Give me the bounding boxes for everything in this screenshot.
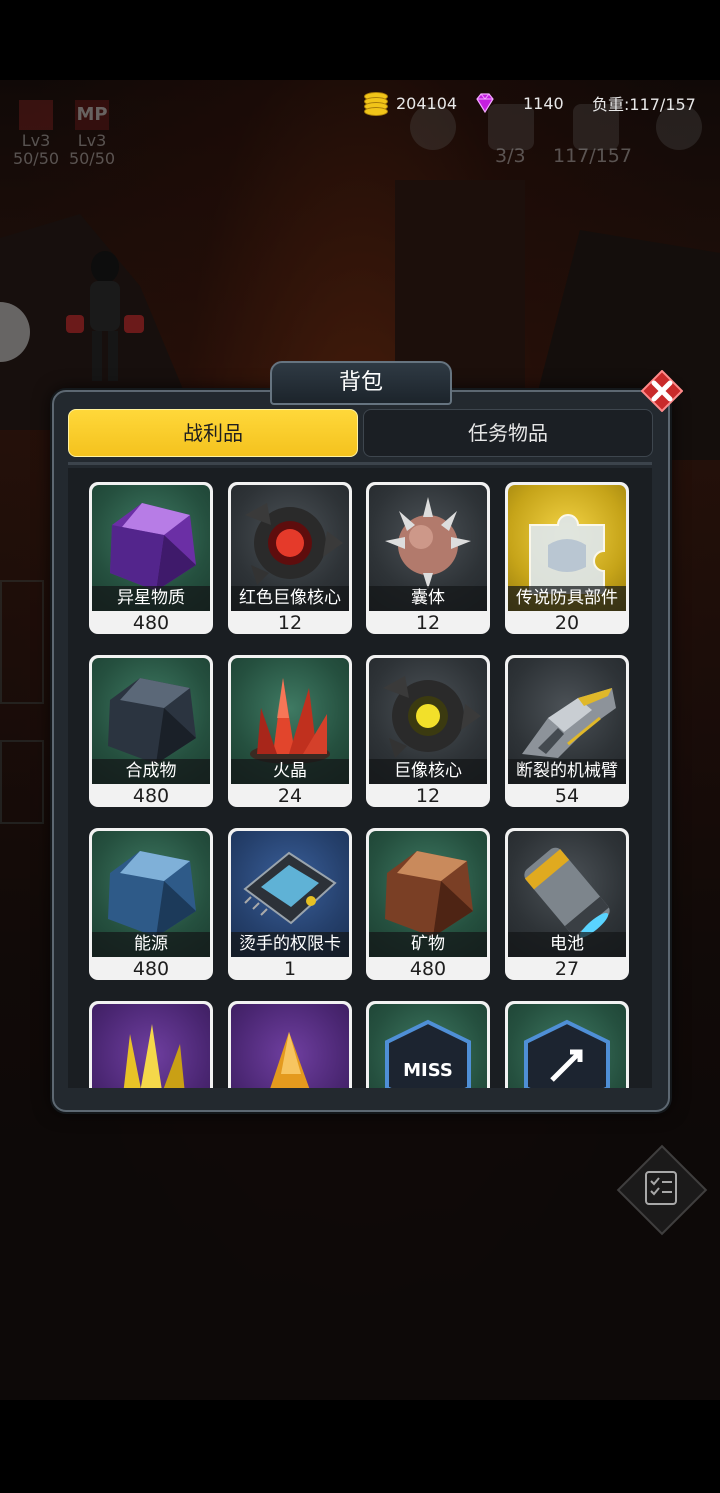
item-name: 火晶	[231, 759, 349, 784]
item-slot[interactable]: 异星物质 480	[89, 482, 213, 634]
player-character-sprite	[66, 251, 144, 381]
gold-crystal-icon	[123, 1024, 185, 1088]
item-name: 传说防具部件	[508, 586, 626, 611]
item-slot[interactable]: 传说防具部件 20	[505, 482, 629, 634]
item-slot[interactable]: 囊体 12	[366, 482, 490, 634]
item-quantity: 12	[415, 612, 441, 634]
item-slot[interactable]	[228, 1001, 352, 1088]
item-quantity: 12	[277, 612, 303, 634]
item-slot[interactable]: 矿物 480	[366, 828, 490, 980]
slash-skill-icon	[19, 100, 53, 130]
item-slot[interactable]: 合成物 480	[89, 655, 213, 807]
exit-counter: 3/3	[495, 145, 526, 167]
miss-chip-label: MISS	[403, 1060, 453, 1081]
gem-counter: 1140	[473, 88, 564, 118]
item-name: 囊体	[369, 586, 487, 611]
item-quantity: 20	[554, 612, 580, 634]
item-name: 异星物质	[92, 586, 210, 611]
item-quantity: 1	[283, 958, 297, 980]
item-name: 矿物	[369, 932, 487, 957]
chat-side-button[interactable]	[0, 740, 44, 824]
item-slot[interactable]: MISS	[366, 1001, 490, 1088]
item-name: 烫手的权限卡	[231, 932, 349, 957]
item-quantity: 480	[132, 612, 170, 634]
tab-loot[interactable]: 战利品	[68, 409, 358, 457]
backpack-counter: 117/157	[553, 145, 632, 167]
item-slot[interactable]: 能源 480	[89, 828, 213, 980]
item-grid: 异星物质 480 红色巨像核心 12 囊体 12 传说防具部件 20 合成物 4…	[68, 468, 652, 1088]
item-quantity: 54	[554, 785, 580, 807]
checklist-icon	[645, 1171, 677, 1205]
close-icon[interactable]	[641, 370, 683, 412]
party-member-2-level: Lv3	[77, 131, 107, 150]
side-panel-frame	[0, 580, 44, 704]
item-slot[interactable]: 断裂的机械臂 54	[505, 655, 629, 807]
item-name: 断裂的机械臂	[508, 759, 626, 784]
item-name: 电池	[508, 932, 626, 957]
gem-icon	[476, 93, 494, 114]
tab-quest-items[interactable]: 任务物品	[363, 409, 653, 457]
party-member-2[interactable]: MP Lv3 50/50	[64, 100, 120, 168]
item-slot[interactable]	[89, 1001, 213, 1088]
item-slot[interactable]: 电池 27	[505, 828, 629, 980]
item-quantity: 12	[415, 785, 441, 807]
mp-skill-icon: MP	[75, 100, 109, 130]
panel-title: 背包	[270, 361, 452, 405]
tab-divider	[68, 462, 652, 465]
load-capacity: 负重:117/157	[592, 95, 696, 114]
party-member-2-hp: 50/50	[68, 149, 116, 168]
item-name: 合成物	[92, 759, 210, 784]
gold-amount: 204104	[396, 93, 458, 113]
miss-chip-icon: MISS	[385, 1019, 471, 1088]
item-quantity: 480	[409, 958, 447, 980]
gem-amount: 1140	[523, 93, 564, 113]
party-member-1[interactable]: Lv3 50/50	[8, 100, 64, 168]
item-slot[interactable]: 巨像核心 12	[366, 655, 490, 807]
party-member-1-hp: 50/50	[12, 149, 60, 168]
item-name: 红色巨像核心	[231, 586, 349, 611]
item-quantity: 24	[277, 785, 303, 807]
item-quantity: 480	[132, 785, 170, 807]
amber-crystal-icon	[270, 1032, 310, 1088]
item-quantity: 480	[132, 958, 170, 980]
party-member-1-level: Lv3	[21, 131, 51, 150]
arrow-chip-icon	[524, 1019, 610, 1088]
item-slot[interactable]	[505, 1001, 629, 1088]
item-name: 巨像核心	[369, 759, 487, 784]
gold-coin-icon	[362, 90, 388, 116]
item-slot[interactable]: 红色巨像核心 12	[228, 482, 352, 634]
item-name: 能源	[92, 932, 210, 957]
item-quantity: 27	[554, 958, 580, 980]
gold-counter: 204104	[362, 88, 457, 118]
item-slot[interactable]: 火晶 24	[228, 655, 352, 807]
item-slot[interactable]: 烫手的权限卡 1	[228, 828, 352, 980]
